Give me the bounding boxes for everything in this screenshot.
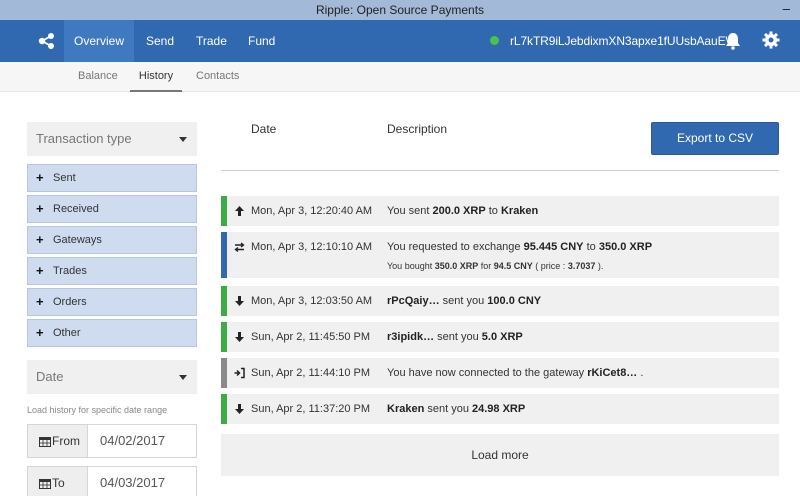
date-from-field[interactable]: From 04/02/2017 <box>27 424 197 458</box>
filter-label: Trades <box>53 265 87 277</box>
filter-label: Other <box>53 327 81 339</box>
export-csv-button[interactable]: Export to CSV <box>651 122 779 155</box>
load-more-button[interactable]: Load more <box>221 434 779 476</box>
row-date: Sun, Apr 2, 11:45:50 PM <box>251 331 371 343</box>
row-type-bar <box>221 196 227 226</box>
table-row[interactable]: Mon, Apr 3, 12:10:10 AM You requested to… <box>221 232 779 278</box>
plus-icon: + <box>36 170 44 185</box>
caret-down-icon <box>179 375 187 380</box>
filter-label: Orders <box>53 296 87 308</box>
date-to-label: To <box>28 467 88 496</box>
to-text: To <box>52 476 65 490</box>
nav-fund[interactable]: Fund <box>248 20 275 62</box>
date-label: Date <box>36 369 64 384</box>
plus-icon: + <box>36 294 44 309</box>
calendar-icon <box>39 479 51 489</box>
gear-icon[interactable] <box>762 31 780 49</box>
transaction-type-dropdown[interactable]: Transaction type <box>27 122 197 156</box>
ripple-logo-icon[interactable] <box>36 32 56 50</box>
date-from-label: From <box>28 425 88 457</box>
row-type-bar <box>221 286 227 316</box>
date-to-value[interactable]: 04/03/2017 <box>100 467 165 496</box>
connection-status-indicator <box>490 36 499 45</box>
date-dropdown[interactable]: Date <box>27 360 197 394</box>
filter-other[interactable]: + Other <box>27 319 197 347</box>
main-navbar: Overview Send Trade Fund rL7kTR9iLJebdix… <box>0 20 800 62</box>
filter-sent[interactable]: + Sent <box>27 164 197 192</box>
filter-orders[interactable]: + Orders <box>27 288 197 316</box>
filter-received[interactable]: + Received <box>27 195 197 223</box>
account-address[interactable]: rL7kTR9iLJebdixmXN3apxe1fUUsbAauEW <box>510 20 737 62</box>
row-date: Mon, Apr 3, 12:10:10 AM <box>251 241 373 253</box>
arrow-up-icon <box>235 206 244 216</box>
row-date: Sun, Apr 2, 11:37:20 PM <box>251 403 371 415</box>
date-range-help: Load history for specific date range <box>27 405 168 415</box>
from-text: From <box>52 434 80 448</box>
subnav-balance[interactable]: Balance <box>78 62 118 92</box>
table-row[interactable]: Sun, Apr 2, 11:37:20 PM Kraken sent you … <box>221 394 779 424</box>
bell-icon[interactable] <box>725 32 741 50</box>
transaction-type-label: Transaction type <box>36 131 132 146</box>
table-row[interactable]: Sun, Apr 2, 11:45:50 PM r3ipidk… sent yo… <box>221 322 779 352</box>
table-row[interactable]: Mon, Apr 3, 12:03:50 AM rPcQaiy… sent yo… <box>221 286 779 316</box>
calendar-icon <box>39 437 51 447</box>
plus-icon: + <box>36 325 44 340</box>
row-description: You sent 200.0 XRP to Kraken <box>387 205 539 217</box>
subnav-history[interactable]: History <box>130 62 182 92</box>
row-description: You requested to exchange 95.445 CNY to … <box>387 241 653 253</box>
minimize-button[interactable]: – <box>783 0 790 18</box>
filter-trades[interactable]: + Trades <box>27 257 197 285</box>
row-description: You have now connected to the gateway rK… <box>387 367 644 379</box>
filter-gateways[interactable]: + Gateways <box>27 226 197 254</box>
row-type-bar <box>221 232 227 278</box>
row-type-bar <box>221 358 227 388</box>
row-detail: You bought 350.0 XRP for 94.5 CNY ( pric… <box>387 261 604 271</box>
date-column-header: Date <box>251 122 277 136</box>
filter-label: Received <box>53 203 99 215</box>
row-date: Mon, Apr 3, 12:20:40 AM <box>251 205 373 217</box>
filter-label: Sent <box>53 172 76 184</box>
exchange-arrows-icon <box>234 242 245 253</box>
row-type-bar <box>221 322 227 352</box>
subnav-contacts[interactable]: Contacts <box>196 62 239 92</box>
row-type-bar <box>221 394 227 424</box>
table-row[interactable]: Sun, Apr 2, 11:44:10 PM You have now con… <box>221 358 779 388</box>
header-divider <box>221 170 779 171</box>
row-date: Mon, Apr 3, 12:03:50 AM <box>251 295 373 307</box>
plus-icon: + <box>36 263 44 278</box>
window-title: Ripple: Open Source Payments <box>315 3 485 17</box>
arrow-down-icon <box>235 404 244 414</box>
caret-down-icon <box>179 137 187 142</box>
nav-overview[interactable]: Overview <box>64 20 134 62</box>
filter-label: Gateways <box>53 234 102 246</box>
row-description: rPcQaiy… sent you 100.0 CNY <box>387 295 542 307</box>
row-description: r3ipidk… sent you 5.0 XRP <box>387 331 523 343</box>
window-titlebar: Ripple: Open Source Payments – <box>0 0 800 20</box>
nav-send[interactable]: Send <box>146 20 174 62</box>
description-column-header: Description <box>387 122 448 136</box>
sign-in-icon <box>234 367 245 379</box>
table-row[interactable]: Mon, Apr 3, 12:20:40 AM You sent 200.0 X… <box>221 196 779 226</box>
arrow-down-icon <box>235 296 244 306</box>
sub-navbar: Balance History Contacts <box>0 62 800 92</box>
row-date: Sun, Apr 2, 11:44:10 PM <box>251 367 371 379</box>
plus-icon: + <box>36 201 44 216</box>
nav-trade[interactable]: Trade <box>196 20 227 62</box>
row-description: Kraken sent you 24.98 XRP <box>387 403 526 415</box>
arrow-down-icon <box>235 332 244 342</box>
plus-icon: + <box>36 232 44 247</box>
date-from-value[interactable]: 04/02/2017 <box>100 425 165 457</box>
history-panel: Date Description Export to CSV Mon, Apr … <box>221 92 781 496</box>
date-to-field[interactable]: To 04/03/2017 <box>27 466 197 496</box>
